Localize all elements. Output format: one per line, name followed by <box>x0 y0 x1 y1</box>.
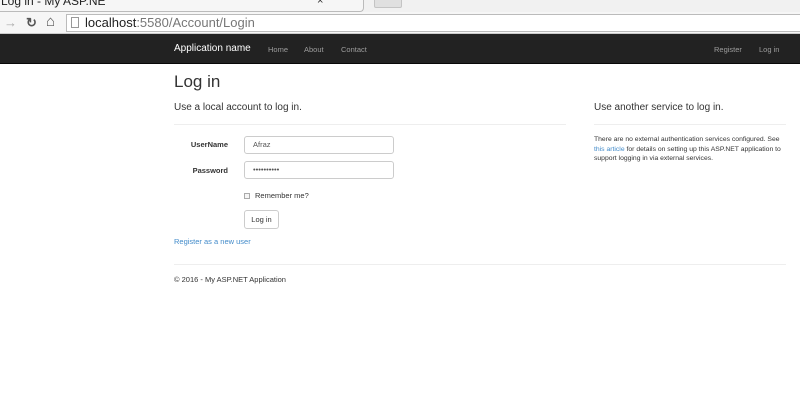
page-title: Log in <box>174 72 221 91</box>
new-tab-button[interactable] <box>374 0 402 8</box>
divider <box>174 124 566 125</box>
nav-about[interactable]: About <box>304 45 324 54</box>
nav-register[interactable]: Register <box>714 45 742 54</box>
nav-contact[interactable]: Contact <box>341 45 367 54</box>
footer-text: © 2016 - My ASP.NET Application <box>174 275 286 284</box>
page-icon <box>71 17 79 28</box>
tab-title: Log in - My ASP.NE <box>1 0 106 8</box>
address-bar[interactable]: localhost:5580/Account/Login <box>66 14 800 32</box>
local-heading: Use a local account to log in. <box>174 102 302 113</box>
browser-toolbar: → ↻ ⌂ localhost:5580/Account/Login <box>0 12 800 34</box>
login-button[interactable]: Log in <box>244 210 279 229</box>
register-link[interactable]: Register as a new user <box>174 237 251 247</box>
external-heading: Use another service to log in. <box>594 102 724 113</box>
forward-icon[interactable]: → <box>4 15 17 30</box>
external-info: There are no external authentication ser… <box>594 135 789 164</box>
navbar: Application name Home About Contact Regi… <box>0 34 800 64</box>
external-text: There are no external authentication ser… <box>594 136 780 143</box>
url-path: :5580/Account/Login <box>136 15 255 30</box>
footer-divider <box>174 264 786 265</box>
nav-home[interactable]: Home <box>268 45 288 54</box>
tab-strip: Log in - My ASP.NE × <box>0 0 800 12</box>
remember-me-checkbox[interactable] <box>244 193 250 199</box>
username-label: UserName <box>190 140 228 149</box>
password-input[interactable]: •••••••••• <box>244 161 394 179</box>
nav-login[interactable]: Log in <box>759 45 779 54</box>
remember-me-label[interactable]: Remember me? <box>255 191 309 201</box>
brand-link[interactable]: Application name <box>174 43 251 54</box>
reload-icon[interactable]: ↻ <box>26 15 37 31</box>
browser-tab[interactable]: Log in - My ASP.NE × <box>0 0 364 12</box>
username-input[interactable]: Afraz <box>244 136 394 154</box>
password-label: Password <box>192 166 228 175</box>
url-host: localhost <box>85 15 137 30</box>
divider <box>594 124 786 125</box>
tab-close-icon[interactable]: × <box>317 0 323 7</box>
this-article-link[interactable]: this article <box>594 146 625 153</box>
home-icon[interactable]: ⌂ <box>46 13 55 30</box>
